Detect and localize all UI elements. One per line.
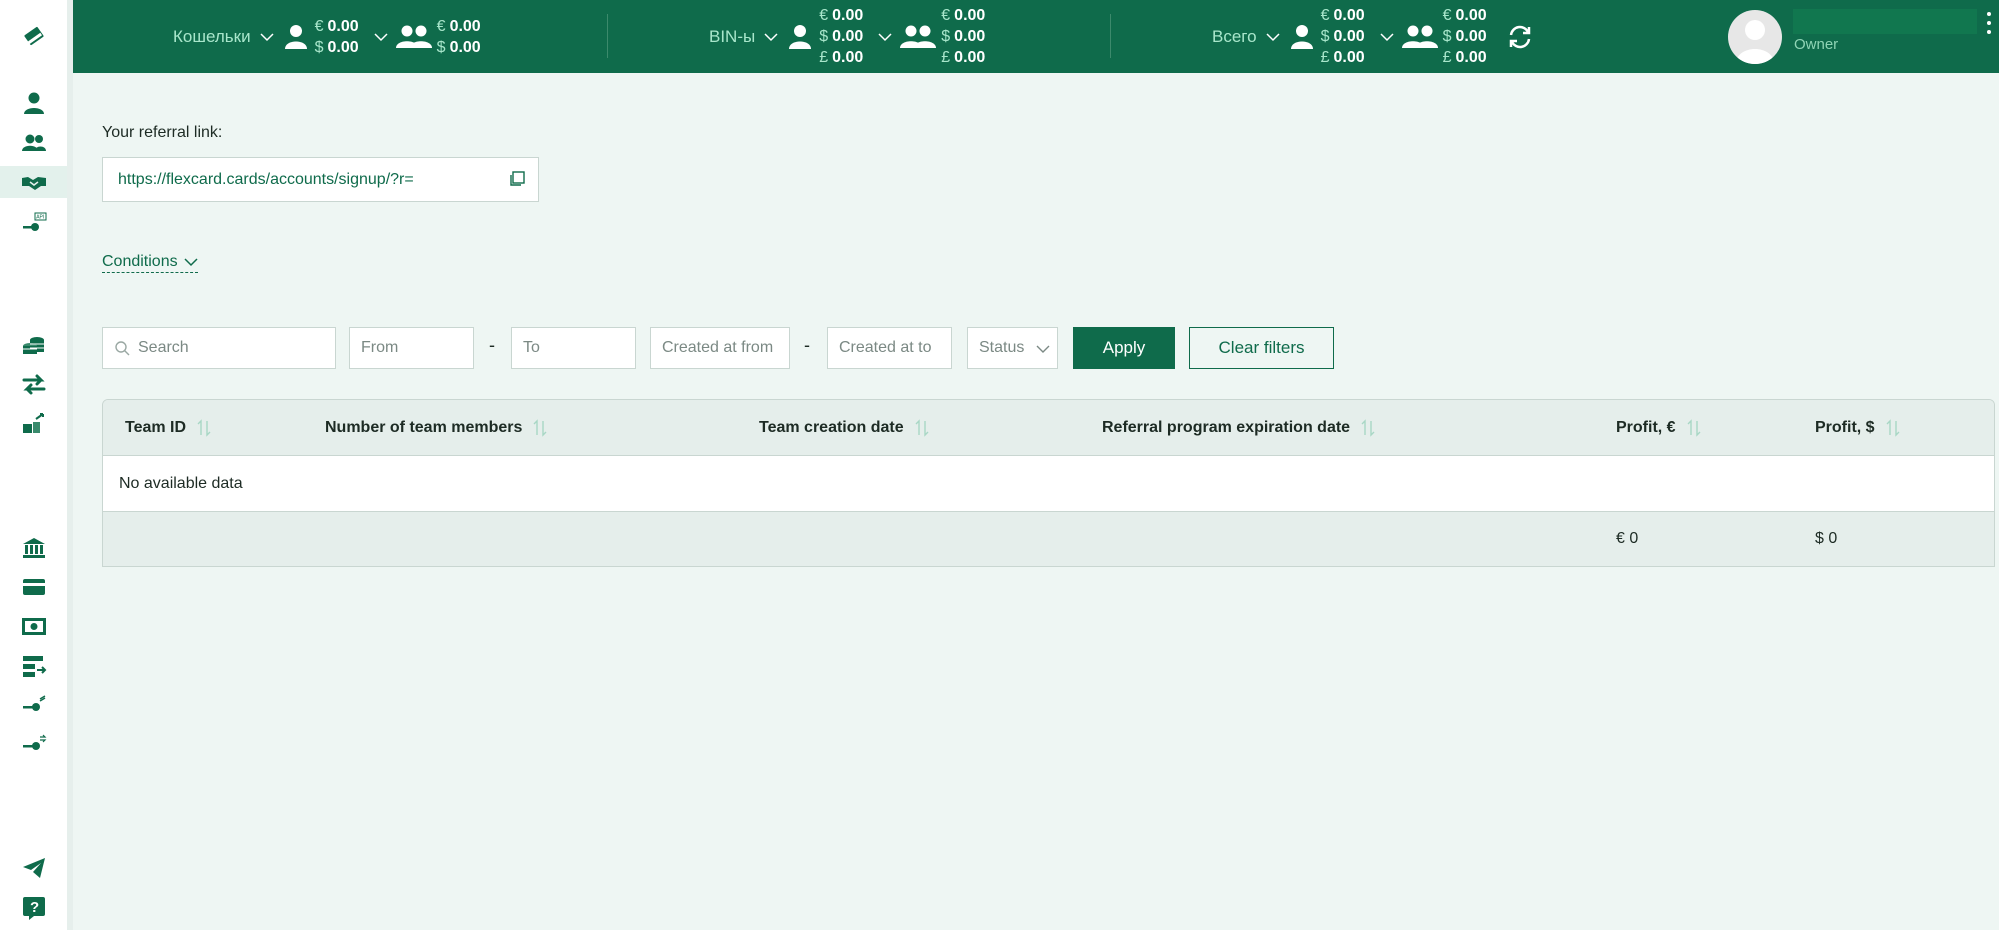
bins-team-amounts: €0.00 $0.00 £0.00: [941, 7, 986, 66]
referral-link-label: Your referral link:: [102, 124, 223, 141]
bins-personal-amounts: €0.00 $0.00 £0.00: [819, 7, 864, 66]
footer-profit-usd: $ 0: [1815, 530, 1838, 547]
user-name-redacted: [1793, 9, 1977, 34]
wallets-balance-group: Кошельки €0.00 $0.00 €0.00 $0.00: [173, 0, 495, 73]
profit-to-placeholder: To: [523, 339, 540, 356]
sort-icon[interactable]: [1686, 419, 1702, 437]
search-icon: [115, 341, 130, 356]
total-personal-amounts: €0.00 $0.00 £0.00: [1320, 7, 1365, 66]
handshake-icon: [21, 177, 46, 190]
svg-text:?: ?: [30, 899, 39, 916]
person-icon: [1290, 24, 1313, 49]
user-icon[interactable]: [16, 87, 52, 119]
bins-label: BIN-ы: [709, 26, 756, 46]
chevron-down-icon[interactable]: [877, 29, 893, 45]
conditions-label: Conditions: [102, 253, 178, 270]
team-icon: [900, 25, 937, 48]
created-to-placeholder: Created at to: [839, 339, 932, 356]
chevron-down-icon: [1036, 345, 1050, 353]
empty-state-text: No available data: [119, 474, 243, 492]
card-icon[interactable]: [16, 571, 52, 603]
logo-icon[interactable]: [16, 22, 52, 54]
divider: [1110, 14, 1111, 58]
transfer-icon[interactable]: [16, 368, 52, 400]
referral-teams-table: Team ID Number of team members Team crea…: [102, 399, 1995, 567]
coins-icon[interactable]: [16, 330, 52, 362]
wallets-label: Кошельки: [173, 26, 251, 46]
status-select[interactable]: Status: [967, 327, 1058, 369]
bank-icon[interactable]: [16, 532, 52, 564]
copy-icon[interactable]: [508, 170, 526, 188]
column-team-id[interactable]: Team ID: [125, 400, 212, 456]
created-from-input[interactable]: Created at from: [650, 327, 790, 369]
sidebar-item-referral[interactable]: [0, 166, 67, 198]
referral-link-text: https://flexcard.cards/accounts/signup/?…: [118, 170, 414, 188]
team-icon: [395, 25, 432, 48]
column-team-creation-date[interactable]: Team creation date: [759, 400, 930, 456]
telegram-icon[interactable]: [16, 852, 52, 884]
help-icon[interactable]: ?: [16, 892, 52, 924]
topbar: Кошельки €0.00 $0.00 €0.00 $0.00 BIN-ы €…: [73, 0, 1999, 73]
sort-icon[interactable]: [532, 419, 548, 437]
person-icon: [284, 24, 307, 49]
column-profit-usd[interactable]: Profit, $: [1815, 400, 1901, 456]
sort-icon[interactable]: [196, 419, 212, 437]
column-team-members[interactable]: Number of team members: [325, 400, 548, 456]
range-separator: -: [804, 335, 810, 355]
wallets-personal-amounts: €0.00 $0.00: [314, 17, 359, 56]
search-input[interactable]: Search: [102, 327, 336, 369]
chevron-down-icon[interactable]: [1265, 29, 1281, 45]
divider: [607, 14, 608, 58]
cash-exchange-icon[interactable]: [16, 408, 52, 440]
api-key-icon[interactable]: API: [16, 207, 52, 239]
person-icon: [789, 24, 812, 49]
avatar[interactable]: [1728, 10, 1782, 64]
empty-state-row: No available data: [103, 456, 1994, 512]
total-balance-group: Всего €0.00 $0.00 £0.00 €0.00 $0.00 £0.0…: [1212, 0, 1535, 73]
team-icon[interactable]: [16, 127, 52, 159]
referral-link-field[interactable]: https://flexcard.cards/accounts/signup/?…: [102, 157, 539, 202]
chevron-down-icon: [184, 258, 198, 267]
more-menu-icon[interactable]: [1985, 12, 1993, 34]
created-from-placeholder: Created at from: [662, 339, 774, 356]
user-role: Owner: [1794, 36, 1839, 53]
refresh-icon[interactable]: [1505, 22, 1535, 52]
total-team-amounts: €0.00 $0.00 £0.00: [1442, 7, 1487, 66]
chevron-down-icon[interactable]: [763, 29, 779, 45]
svg-text:API: API: [36, 215, 44, 221]
footer-profit-eur: € 0: [1616, 530, 1639, 547]
team-icon: [1401, 25, 1438, 48]
column-profit-eur[interactable]: Profit, €: [1616, 400, 1702, 456]
table-header: Team ID Number of team members Team crea…: [103, 400, 1994, 456]
clear-filters-button[interactable]: Clear filters: [1189, 327, 1334, 369]
table-footer: € 0 $ 0: [103, 512, 1994, 566]
key-alt-icon[interactable]: [16, 728, 52, 760]
sort-icon[interactable]: [1885, 419, 1901, 437]
chevron-down-icon[interactable]: [373, 29, 389, 45]
column-expiration-date[interactable]: Referral program expiration date: [1102, 400, 1376, 456]
created-to-input[interactable]: Created at to: [827, 327, 952, 369]
wallets-team-amounts: €0.00 $0.00: [436, 17, 481, 56]
key-icon[interactable]: [16, 689, 52, 721]
sort-icon[interactable]: [1360, 419, 1376, 437]
profit-from-input[interactable]: From: [349, 327, 474, 369]
chevron-down-icon[interactable]: [259, 29, 275, 45]
banknote-icon[interactable]: [16, 610, 52, 642]
sort-icon[interactable]: [914, 419, 930, 437]
profit-to-input[interactable]: To: [511, 327, 636, 369]
conditions-toggle[interactable]: Conditions: [102, 253, 198, 273]
sidebar: API ?: [0, 0, 67, 930]
search-placeholder: Search: [138, 339, 189, 356]
statement-icon[interactable]: [16, 650, 52, 682]
status-placeholder: Status: [979, 339, 1025, 356]
chevron-down-icon[interactable]: [1379, 29, 1395, 45]
main-content: Your referral link: https://flexcard.car…: [73, 73, 1999, 930]
profit-from-placeholder: From: [361, 339, 399, 356]
total-label: Всего: [1212, 26, 1257, 46]
range-separator: -: [489, 335, 495, 355]
apply-button[interactable]: Apply: [1073, 327, 1175, 369]
bins-balance-group: BIN-ы €0.00 $0.00 £0.00 €0.00 $0.00 £0.0…: [709, 0, 999, 73]
